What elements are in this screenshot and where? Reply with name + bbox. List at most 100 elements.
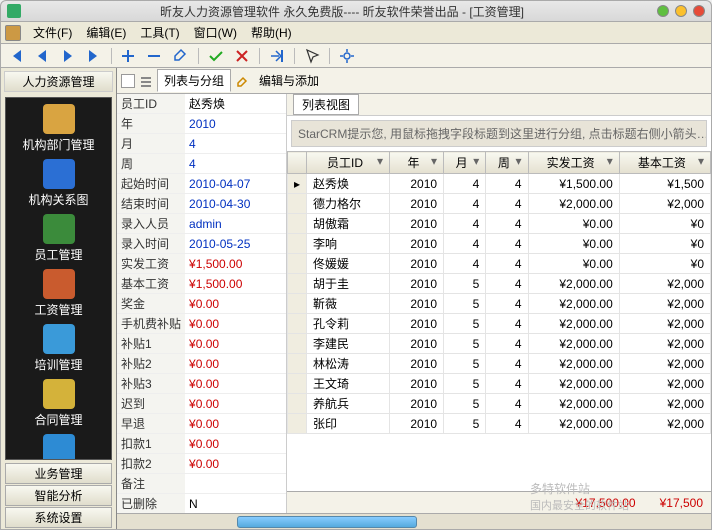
- detail-row: 备注: [117, 474, 286, 494]
- detail-key: 年: [117, 114, 185, 134]
- cell-week: 4: [486, 194, 528, 214]
- confirm-icon[interactable]: [207, 47, 225, 65]
- minimize-button[interactable]: [657, 5, 669, 17]
- cell-name: 王文琦: [307, 374, 390, 394]
- detail-key: 扣款2: [117, 454, 185, 474]
- cell-week: 4: [486, 294, 528, 314]
- sidebar-item-3[interactable]: 工资管理: [6, 269, 111, 324]
- data-grid[interactable]: 员工ID▾年▾月▾周▾实发工资▾基本工资▾▸ 赵秀焕 2010 4 4 ¥1,5…: [287, 151, 711, 434]
- table-row[interactable]: 李响 2010 4 4 ¥0.00 ¥0: [288, 234, 711, 254]
- menu-window[interactable]: 窗口(W): [188, 22, 243, 43]
- goto-icon[interactable]: [268, 47, 286, 65]
- sidebar-item-icon: [43, 214, 75, 244]
- column-header[interactable]: 周▾: [486, 152, 528, 174]
- detail-row: 迟到¥0.00: [117, 394, 286, 414]
- menu-help[interactable]: 帮助(H): [245, 22, 298, 43]
- sidebar-item-2[interactable]: 员工管理: [6, 214, 111, 269]
- table-row[interactable]: 德力格尔 2010 4 4 ¥2,000.00 ¥2,000: [288, 194, 711, 214]
- settings-icon[interactable]: [338, 47, 356, 65]
- sidebar-item-label: 合同管理: [6, 411, 111, 428]
- sidebar-item-icon: [43, 379, 75, 409]
- edit-icon: [235, 74, 249, 88]
- detail-value: ¥0.00: [185, 294, 286, 314]
- sidebar-section-button-0[interactable]: 业务管理: [5, 463, 112, 484]
- menu-file[interactable]: 文件(F): [27, 22, 78, 43]
- pointer-icon[interactable]: [303, 47, 321, 65]
- menu-edit[interactable]: 编辑(E): [80, 22, 132, 43]
- maximize-button[interactable]: [675, 5, 687, 17]
- row-pointer[interactable]: [288, 234, 307, 254]
- row-pointer[interactable]: [288, 354, 307, 374]
- row-pointer[interactable]: [288, 194, 307, 214]
- table-row[interactable]: 养航兵 2010 5 4 ¥2,000.00 ¥2,000: [288, 394, 711, 414]
- row-pointer[interactable]: [288, 274, 307, 294]
- cell-month: 5: [444, 394, 486, 414]
- detail-key: 录入人员: [117, 214, 185, 234]
- sidebar-section-button-2[interactable]: 系统设置: [5, 507, 112, 528]
- delete-icon[interactable]: [146, 47, 164, 65]
- table-row[interactable]: 林松涛 2010 5 4 ¥2,000.00 ¥2,000: [288, 354, 711, 374]
- table-row[interactable]: 王文琦 2010 5 4 ¥2,000.00 ¥2,000: [288, 374, 711, 394]
- cell-pay: ¥2,000.00: [528, 354, 619, 374]
- detail-key: 手机费补贴: [117, 314, 185, 334]
- detail-value: 2010-04-07: [185, 174, 286, 194]
- cell-month: 5: [444, 414, 486, 434]
- next-record-icon[interactable]: [59, 47, 77, 65]
- menu-tools[interactable]: 工具(T): [134, 22, 185, 43]
- sidebar-section-button-1[interactable]: 智能分析: [5, 485, 112, 506]
- horizontal-scrollbar[interactable]: [117, 513, 711, 529]
- row-pointer[interactable]: [288, 314, 307, 334]
- subtab-list-view[interactable]: 列表视图: [293, 94, 359, 115]
- tab-icon[interactable]: [121, 74, 135, 88]
- table-row[interactable]: 胡于圭 2010 5 4 ¥2,000.00 ¥2,000: [288, 274, 711, 294]
- table-row[interactable]: 张印 2010 5 4 ¥2,000.00 ¥2,000: [288, 414, 711, 434]
- column-header[interactable]: 实发工资▾: [528, 152, 619, 174]
- detail-key: 基本工资: [117, 274, 185, 294]
- row-pointer[interactable]: [288, 214, 307, 234]
- table-row[interactable]: 胡傲霜 2010 4 4 ¥0.00 ¥0: [288, 214, 711, 234]
- edit-icon[interactable]: [172, 47, 190, 65]
- sidebar-item-6[interactable]: 请假管理: [6, 434, 111, 460]
- column-header[interactable]: 年▾: [390, 152, 444, 174]
- close-button[interactable]: [693, 5, 705, 17]
- row-pointer[interactable]: ▸: [288, 174, 307, 194]
- table-row[interactable]: ▸ 赵秀焕 2010 4 4 ¥1,500.00 ¥1,500: [288, 174, 711, 194]
- row-pointer[interactable]: [288, 254, 307, 274]
- last-record-icon[interactable]: [85, 47, 103, 65]
- sidebar-item-1[interactable]: 机构关系图: [6, 159, 111, 214]
- tab-edit-add[interactable]: 编辑与添加: [253, 70, 325, 91]
- cell-month: 4: [444, 194, 486, 214]
- sidebar-item-0[interactable]: 机构部门管理: [6, 104, 111, 159]
- row-pointer[interactable]: [288, 414, 307, 434]
- app-menu-icon[interactable]: [5, 25, 21, 41]
- cancel-icon[interactable]: [233, 47, 251, 65]
- column-header[interactable]: 基本工资▾: [619, 152, 710, 174]
- row-selector-header[interactable]: [288, 152, 307, 174]
- sidebar-item-5[interactable]: 合同管理: [6, 379, 111, 434]
- row-pointer[interactable]: [288, 374, 307, 394]
- row-pointer[interactable]: [288, 294, 307, 314]
- first-record-icon[interactable]: [7, 47, 25, 65]
- detail-row: 录入人员admin: [117, 214, 286, 234]
- group-hint[interactable]: StarCRM提示您, 用鼠标拖拽字段标题到这里进行分组, 点击标题右侧小箭头…: [291, 120, 707, 147]
- detail-value: admin: [185, 214, 286, 234]
- column-header[interactable]: 月▾: [444, 152, 486, 174]
- sidebar-item-4[interactable]: 培训管理: [6, 324, 111, 379]
- detail-value: 赵秀焕: [185, 94, 286, 114]
- row-pointer[interactable]: [288, 394, 307, 414]
- cell-month: 4: [444, 214, 486, 234]
- tab-list-group[interactable]: 列表与分组: [157, 69, 231, 92]
- scrollbar-thumb[interactable]: [237, 516, 417, 528]
- table-row[interactable]: 孔令莉 2010 5 4 ¥2,000.00 ¥2,000: [288, 314, 711, 334]
- add-icon[interactable]: [120, 47, 138, 65]
- cell-month: 5: [444, 334, 486, 354]
- column-header[interactable]: 员工ID▾: [307, 152, 390, 174]
- cell-week: 4: [486, 214, 528, 234]
- detail-row: 录入时间2010-05-25: [117, 234, 286, 254]
- table-row[interactable]: 靳薇 2010 5 4 ¥2,000.00 ¥2,000: [288, 294, 711, 314]
- table-row[interactable]: 佟媛媛 2010 4 4 ¥0.00 ¥0: [288, 254, 711, 274]
- row-pointer[interactable]: [288, 334, 307, 354]
- prev-record-icon[interactable]: [33, 47, 51, 65]
- sidebar-item-label: 机构关系图: [6, 191, 111, 208]
- table-row[interactable]: 李建民 2010 5 4 ¥2,000.00 ¥2,000: [288, 334, 711, 354]
